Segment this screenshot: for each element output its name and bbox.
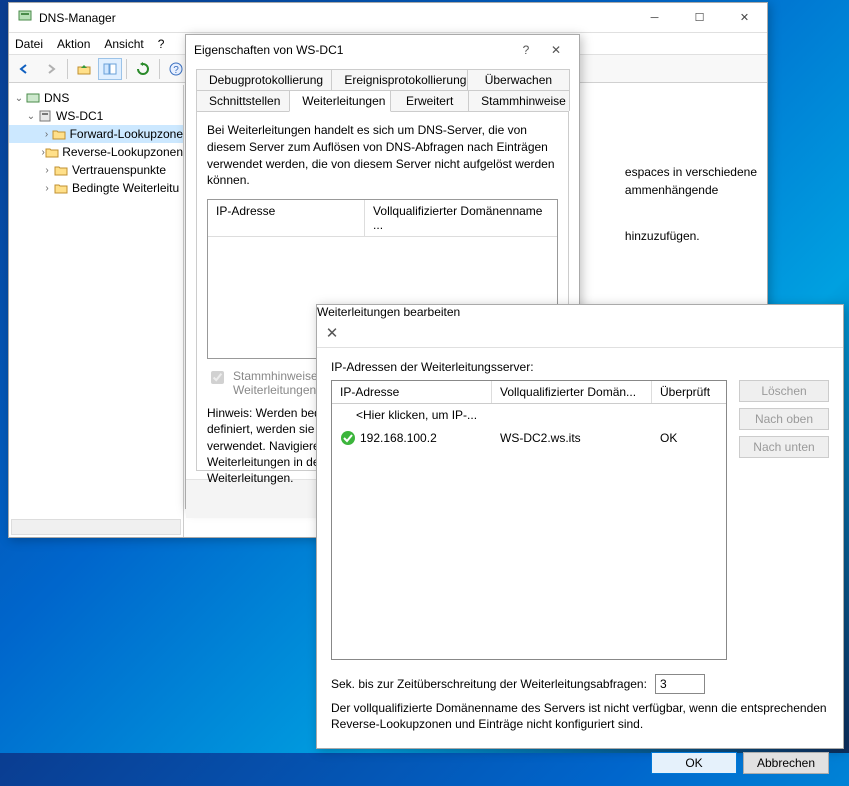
up-folder-button[interactable] (72, 58, 96, 80)
fqdn-note: Der vollqualifizierte Domänenname des Se… (331, 700, 829, 732)
tree-conditional-forwarders[interactable]: › Bedingte Weiterleitu (9, 179, 183, 197)
tree-pane: ⌄ DNS ⌄ WS-DC1 › Forward-Lookupzone › Re… (9, 85, 184, 537)
dialog-title: Eigenschaften von WS-DC1 (194, 43, 343, 57)
svg-text:?: ? (173, 65, 179, 76)
add-ip-placeholder-row[interactable]: <Hier klicken, um IP-... (332, 404, 726, 426)
col-verified[interactable]: Überprüft (652, 381, 726, 403)
content-line: ammenhängende (625, 181, 757, 199)
edit-forwarders-dialog: Weiterleitungen bearbeiten ✕ IP-Adressen… (316, 304, 844, 749)
cell-verified: OK (652, 429, 726, 447)
col-ip[interactable]: IP-Adresse (332, 381, 492, 403)
server-icon (37, 108, 53, 124)
maximize-button[interactable]: ☐ (677, 3, 722, 32)
tree-trust-points[interactable]: › Vertrauenspunkte (9, 161, 183, 179)
tree-reverse-zones[interactable]: › Reverse-Lookupzonen (9, 143, 183, 161)
forwarder-ip-list[interactable]: IP-Adresse Vollqualifizierter Domän... Ü… (331, 380, 727, 660)
ok-button[interactable]: OK (651, 752, 737, 774)
cancel-button[interactable]: Abbrechen (743, 752, 829, 774)
tree-scrollbar[interactable] (11, 519, 181, 535)
tree-label: Forward-Lookupzone (70, 127, 183, 141)
content-line: espaces in verschiedene (625, 163, 757, 181)
back-button[interactable] (13, 58, 37, 80)
tree-label: WS-DC1 (56, 109, 103, 123)
cell-ip: 192.168.100.2 (360, 431, 437, 445)
view-toggle-button[interactable] (98, 58, 122, 80)
ok-check-icon (340, 430, 356, 446)
dialog-close-button[interactable]: ✕ (317, 319, 347, 347)
col-fqdn[interactable]: Vollqualifizierter Domänenname ... (365, 200, 557, 236)
tab-monitoring[interactable]: Überwachen (467, 69, 570, 90)
window-title: DNS-Manager (39, 11, 632, 25)
dialog-titlebar: Weiterleitungen bearbeiten ✕ (317, 305, 843, 348)
titlebar: DNS-Manager ─ ☐ ✕ (9, 3, 767, 33)
tree-root-dns[interactable]: ⌄ DNS (9, 89, 183, 107)
close-button[interactable]: ✕ (722, 3, 767, 32)
tree-server[interactable]: ⌄ WS-DC1 (9, 107, 183, 125)
folder-icon (45, 144, 59, 160)
dns-icon (25, 90, 41, 106)
dialog-titlebar: Eigenschaften von WS-DC1 ? ✕ (186, 35, 579, 65)
content-line: hinzuzufügen. (625, 227, 757, 245)
col-fqdn[interactable]: Vollqualifizierter Domän... (492, 381, 652, 403)
cell-fqdn: WS-DC2.ws.its (492, 429, 652, 447)
dialog-help-button[interactable]: ? (511, 36, 541, 64)
menu-ansicht[interactable]: Ansicht (104, 37, 143, 51)
tab-debug-logging[interactable]: Debugprotokollierung (196, 69, 332, 90)
tree-label: Reverse-Lookupzonen (62, 145, 183, 159)
folder-icon (53, 162, 69, 178)
timeout-input[interactable] (655, 674, 705, 694)
minimize-button[interactable]: ─ (632, 3, 677, 32)
list-label: IP-Adressen der Weiterleitungsserver: (331, 360, 829, 374)
move-down-button[interactable]: Nach unten (739, 436, 829, 458)
timeout-label: Sek. bis zur Zeitüberschreitung der Weit… (331, 677, 647, 691)
app-icon (17, 8, 33, 27)
folder-icon (52, 126, 67, 142)
dialog-close-button[interactable]: ✕ (541, 36, 571, 64)
folder-icon (53, 180, 69, 196)
menu-aktion[interactable]: Aktion (57, 37, 90, 51)
tree-label: DNS (44, 91, 69, 105)
delete-button[interactable]: Löschen (739, 380, 829, 402)
tree-forward-zones[interactable]: › Forward-Lookupzone (9, 125, 183, 143)
dialog-button-bar: OK Abbrechen (317, 742, 843, 786)
forward-button[interactable] (39, 58, 63, 80)
tree-label: Vertrauenspunkte (72, 163, 166, 177)
tab-advanced[interactable]: Erweitert (390, 90, 469, 111)
tab-interfaces[interactable]: Schnittstellen (196, 90, 290, 111)
menu-help[interactable]: ? (158, 37, 165, 51)
forwarder-row[interactable]: 192.168.100.2 WS-DC2.ws.its OK (332, 426, 726, 450)
tab-forwarders[interactable]: Weiterleitungen (289, 90, 391, 112)
dialog-title: Weiterleitungen bearbeiten (317, 305, 460, 319)
move-up-button[interactable]: Nach oben (739, 408, 829, 430)
tab-event-logging[interactable]: Ereignisprotokollierung (331, 69, 467, 90)
placeholder-text: <Hier klicken, um IP-... (332, 406, 492, 424)
tab-strip: Debugprotokollierung Ereignisprotokollie… (186, 65, 579, 111)
root-hints-checkbox (211, 371, 224, 384)
menu-datei[interactable]: Datei (15, 37, 43, 51)
col-ip[interactable]: IP-Adresse (208, 200, 365, 236)
refresh-button[interactable] (131, 58, 155, 80)
tree-label: Bedingte Weiterleitu (72, 181, 179, 195)
tab-root-hints[interactable]: Stammhinweise (468, 90, 570, 111)
forwarders-description: Bei Weiterleitungen handelt es sich um D… (207, 122, 558, 189)
